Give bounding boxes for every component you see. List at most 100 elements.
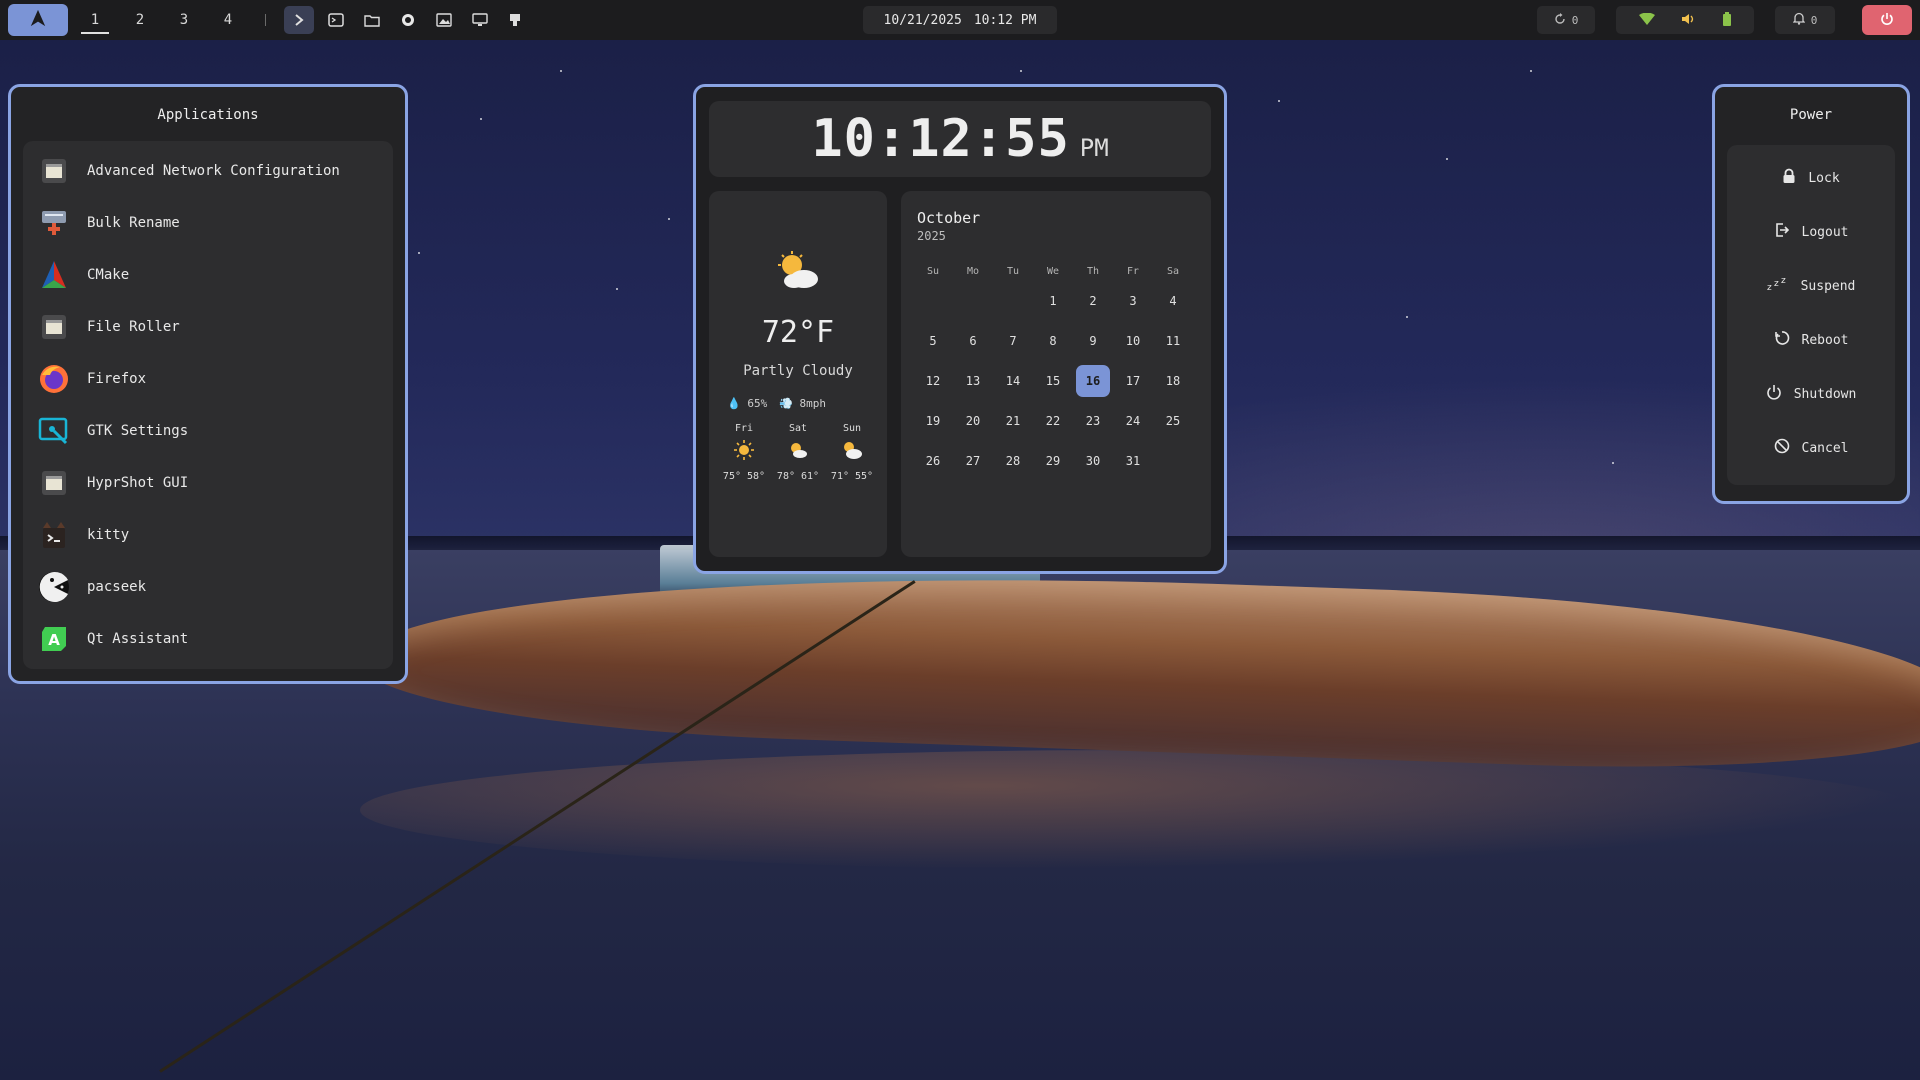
calendar-day[interactable]: 10 bbox=[1113, 325, 1153, 357]
app-item-gtk-settings[interactable]: GTK Settings bbox=[23, 405, 393, 457]
notifications-indicator[interactable]: 0 bbox=[1775, 6, 1835, 34]
notifications-count: 0 bbox=[1810, 13, 1818, 27]
calendar-day[interactable]: 1 bbox=[1033, 285, 1073, 317]
calendar-day[interactable]: 12 bbox=[913, 365, 953, 397]
svg-text:z: z bbox=[1767, 283, 1772, 291]
wifi-icon[interactable] bbox=[1639, 12, 1655, 28]
wind: 💨 8mph bbox=[779, 397, 826, 410]
calendar-day[interactable]: 11 bbox=[1153, 325, 1193, 357]
weekday-label: Tu bbox=[1006, 265, 1020, 277]
app-item-bulk-rename[interactable]: Bulk Rename bbox=[23, 197, 393, 249]
app-item-kitty[interactable]: kitty bbox=[23, 509, 393, 561]
humidity-value: 65% bbox=[747, 397, 768, 410]
app-item-pacseek[interactable]: pacseek bbox=[23, 561, 393, 613]
calendar-day[interactable]: 6 bbox=[953, 325, 993, 357]
calendar-week: 26 27 28 29 30 31 bbox=[913, 441, 1199, 481]
workspace-3[interactable]: 3 bbox=[168, 0, 200, 40]
calendar-day[interactable]: 2 bbox=[1073, 285, 1113, 317]
terminal-icon[interactable] bbox=[321, 6, 351, 34]
workspace-2[interactable]: 2 bbox=[124, 0, 156, 40]
calendar-day[interactable]: 26 bbox=[913, 445, 953, 477]
calendar-day[interactable]: 7 bbox=[993, 325, 1033, 357]
app-item-qt-assistant[interactable]: A Qt Assistant bbox=[23, 613, 393, 665]
launcher-button[interactable] bbox=[8, 4, 68, 36]
forecast-day-label: Sun bbox=[842, 423, 862, 434]
forecast-temps: 75° 58° bbox=[722, 471, 766, 482]
forecast-day: Sun 71° 55° bbox=[827, 423, 877, 482]
volume-icon[interactable] bbox=[1681, 13, 1697, 28]
calendar-day[interactable]: 30 bbox=[1073, 445, 1113, 477]
calendar-week: 19 20 21 22 23 24 25 bbox=[913, 401, 1199, 441]
star bbox=[480, 118, 482, 120]
calendar-day[interactable]: 9 bbox=[1073, 325, 1113, 357]
star bbox=[1446, 158, 1448, 160]
calendar-day[interactable]: 21 bbox=[993, 405, 1033, 437]
calendar-day[interactable]: 5 bbox=[913, 325, 953, 357]
app-item-advanced-network-configuration[interactable]: Advanced Network Configuration bbox=[23, 145, 393, 197]
calendar-weekday-row: Su Mo Tu We Th Fr Sa bbox=[913, 261, 1199, 281]
calendar-day[interactable]: 24 bbox=[1113, 405, 1153, 437]
calendar-day[interactable]: 15 bbox=[1033, 365, 1073, 397]
suspend-button[interactable]: zzz Suspend bbox=[1727, 259, 1895, 313]
reboot-icon bbox=[1774, 330, 1790, 350]
svg-text:z: z bbox=[1774, 279, 1779, 289]
power-icon bbox=[1880, 11, 1894, 30]
chevron-right-icon[interactable] bbox=[284, 6, 314, 34]
calendar-day[interactable]: 22 bbox=[1033, 405, 1073, 437]
calendar-day[interactable]: 28 bbox=[993, 445, 1033, 477]
monitor-icon[interactable] bbox=[465, 6, 495, 34]
calendar-day-selected[interactable]: 16 bbox=[1076, 365, 1110, 397]
datetime-display[interactable]: 10/21/2025 10:12 PM bbox=[863, 6, 1057, 34]
calendar-day[interactable]: 18 bbox=[1153, 365, 1193, 397]
app-item-firefox[interactable]: Firefox bbox=[23, 353, 393, 405]
folder-icon[interactable] bbox=[357, 6, 387, 34]
app-label: GTK Settings bbox=[87, 423, 189, 439]
arch-logo-icon bbox=[29, 9, 47, 31]
battery-icon[interactable] bbox=[1723, 11, 1731, 29]
workspace-4[interactable]: 4 bbox=[212, 0, 244, 40]
app-item-file-roller[interactable]: File Roller bbox=[23, 301, 393, 353]
calendar-day[interactable]: 13 bbox=[953, 365, 993, 397]
workspace-1[interactable]: 1 bbox=[79, 0, 111, 40]
calendar-day[interactable]: 14 bbox=[993, 365, 1033, 397]
cancel-button[interactable]: Cancel bbox=[1727, 421, 1895, 475]
calendar-day[interactable]: 25 bbox=[1153, 405, 1193, 437]
calendar-day[interactable]: 29 bbox=[1033, 445, 1073, 477]
wallpaper-reflection bbox=[360, 750, 1920, 870]
lock-button[interactable]: Lock bbox=[1727, 151, 1895, 205]
app-label: HyprShot GUI bbox=[87, 475, 189, 491]
power-menu: Lock Logout zzz Suspend Reboot Shutdown bbox=[1727, 145, 1895, 485]
calendar-day[interactable]: 4 bbox=[1153, 285, 1193, 317]
star bbox=[668, 218, 670, 220]
browser-icon[interactable] bbox=[393, 6, 423, 34]
calendar-day[interactable]: 17 bbox=[1113, 365, 1153, 397]
reboot-button[interactable]: Reboot bbox=[1727, 313, 1895, 367]
calendar-day[interactable]: 8 bbox=[1033, 325, 1073, 357]
calendar-day[interactable]: 27 bbox=[953, 445, 993, 477]
calendar-day[interactable]: 31 bbox=[1113, 445, 1153, 477]
calendar-month: October bbox=[917, 209, 981, 227]
forecast-day-label: Sat bbox=[788, 423, 808, 434]
calendar-day[interactable]: 19 bbox=[913, 405, 953, 437]
shutdown-button[interactable]: Shutdown bbox=[1727, 367, 1895, 421]
applications-list: Advanced Network Configuration Bulk Rena… bbox=[23, 141, 393, 669]
logout-button[interactable]: Logout bbox=[1727, 205, 1895, 259]
app-item-hyprshot-gui[interactable]: HyprShot GUI bbox=[23, 457, 393, 509]
app-label: Firefox bbox=[87, 371, 147, 387]
logout-icon bbox=[1774, 222, 1790, 242]
cmake-icon bbox=[37, 258, 71, 292]
package-icon[interactable] bbox=[500, 6, 530, 34]
calendar-day[interactable]: 23 bbox=[1073, 405, 1113, 437]
cancel-icon bbox=[1774, 438, 1790, 458]
weather-temperature: 72°F bbox=[761, 315, 835, 350]
window-icon bbox=[37, 466, 71, 500]
calendar-day[interactable]: 3 bbox=[1113, 285, 1153, 317]
power-button[interactable] bbox=[1862, 5, 1912, 35]
partly-cloudy-icon bbox=[709, 251, 887, 300]
calendar-day[interactable]: 20 bbox=[953, 405, 993, 437]
updates-indicator[interactable]: 0 bbox=[1537, 6, 1595, 34]
logout-label: Logout bbox=[1801, 224, 1849, 240]
calendar-grid: Su Mo Tu We Th Fr Sa 1 2 3 4 5 6 7 8 9 1… bbox=[913, 261, 1199, 481]
image-icon[interactable] bbox=[429, 6, 459, 34]
app-item-cmake[interactable]: CMake bbox=[23, 249, 393, 301]
